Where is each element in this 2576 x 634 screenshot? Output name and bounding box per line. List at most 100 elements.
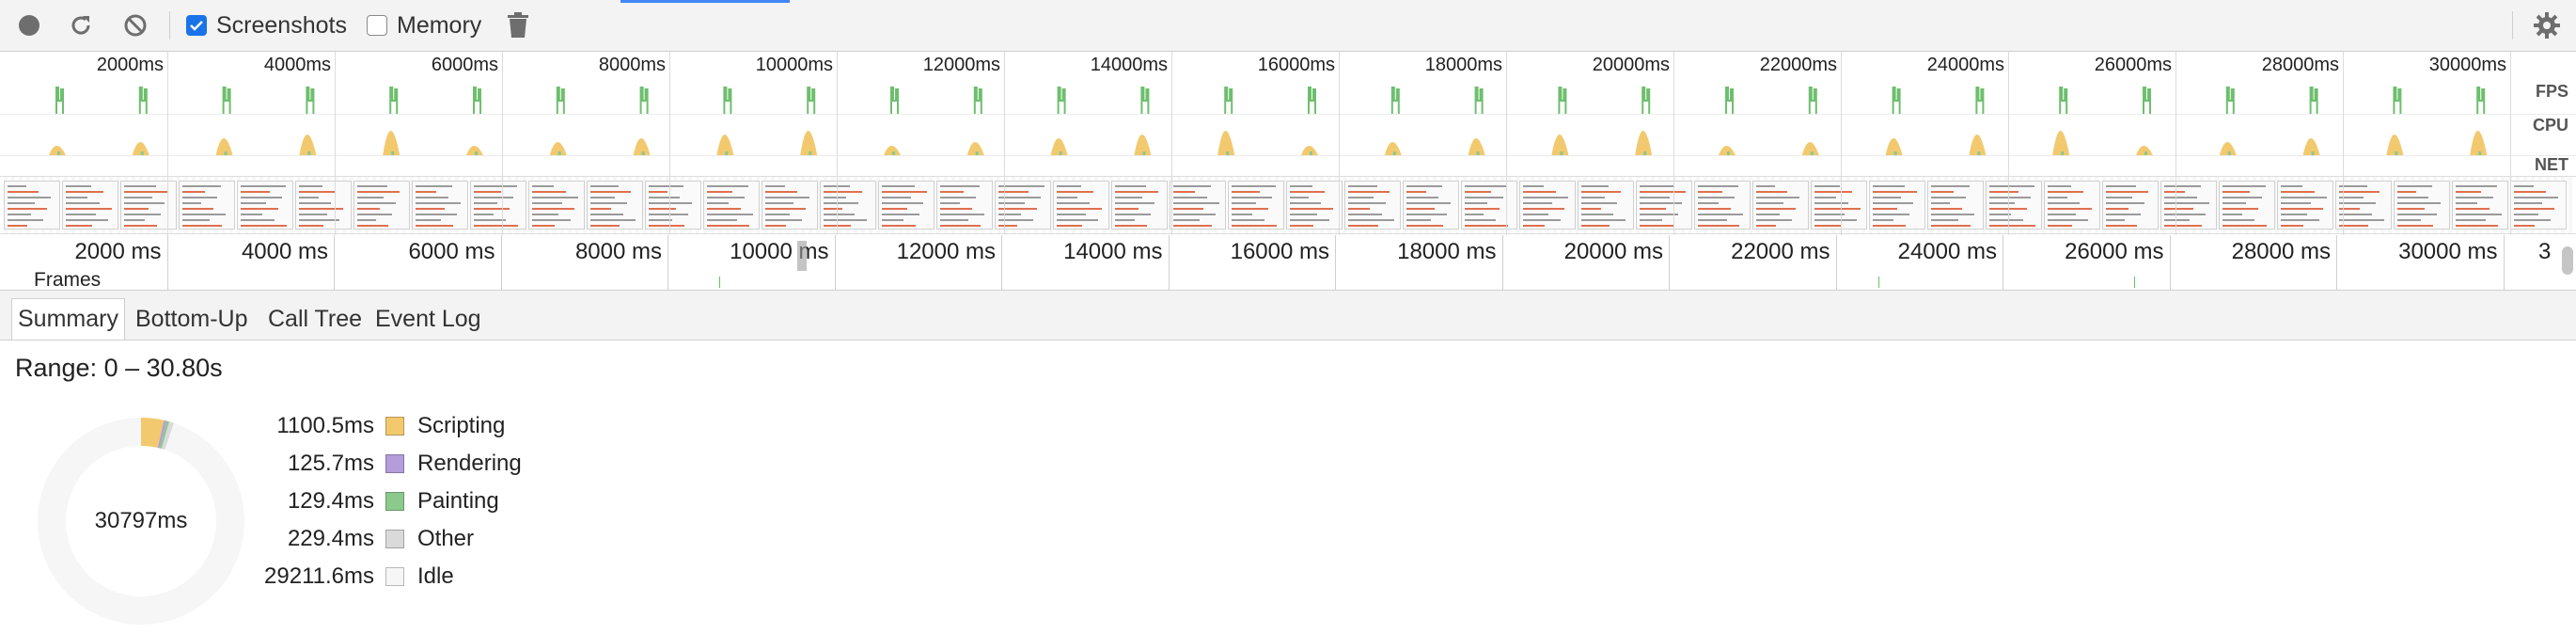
screenshot-thumbnail <box>2394 181 2450 230</box>
overview-grid-line <box>669 52 670 235</box>
fps-mark <box>389 87 399 114</box>
fps-mark <box>2393 87 2402 114</box>
legend-row-rendering: 125.7ms Rendering <box>0 446 522 482</box>
overview-grid-line <box>335 52 336 235</box>
fps-mark <box>1140 87 1150 114</box>
screenshot-thumbnail <box>2102 181 2159 230</box>
cpu-paint-mark <box>391 151 395 155</box>
vertical-scrollbar[interactable] <box>2562 246 2573 275</box>
reload-button[interactable] <box>68 0 94 51</box>
fps-mark <box>55 87 64 114</box>
ruler-time-label: 22000 ms <box>1731 239 1830 264</box>
screenshot-thumbnail <box>1403 181 1459 230</box>
screenshot-thumbnail <box>645 181 701 230</box>
screenshot-thumbnail <box>237 181 293 230</box>
overview-grid-line <box>837 52 838 235</box>
ruler-cursor[interactable] <box>797 241 807 271</box>
cpu-paint-mark <box>1977 151 1981 155</box>
cpu-paint-mark <box>1142 151 1146 155</box>
screenshot-thumbnail <box>1752 181 1809 230</box>
record-icon <box>19 15 39 36</box>
screenshot-thumbnail <box>587 181 643 230</box>
legend-swatch <box>385 417 404 436</box>
tab-event-log[interactable]: Event Log <box>369 298 487 340</box>
overview-grid-line <box>2175 52 2176 235</box>
screenshots-checkbox[interactable] <box>186 15 207 36</box>
ruler-time-label: 8000 ms <box>574 239 662 264</box>
cpu-paint-mark <box>2395 151 2398 155</box>
screenshot-thumbnail <box>1344 181 1401 230</box>
ruler-time-label: 6000 ms <box>408 239 495 264</box>
overview-grid-line <box>2008 52 2009 235</box>
overview-time-label: 6000ms <box>431 55 498 75</box>
overview-grid-line <box>1506 52 1507 235</box>
screenshots-toggle[interactable]: Screenshots <box>186 0 347 51</box>
legend-swatch <box>385 454 404 473</box>
timeline-overview[interactable]: FPS CPU NET 2000ms 4000ms 6000ms 8000ms 1000… <box>0 52 2576 235</box>
overview-grid-line <box>1171 52 1172 235</box>
screenshot-thumbnail <box>179 181 235 230</box>
cpu-paint-mark <box>1727 151 1730 155</box>
fps-mark <box>1390 87 1400 114</box>
ruler-time-label: 30000 ms <box>2398 239 2498 264</box>
record-button[interactable] <box>17 0 41 51</box>
screenshot-thumbnail <box>1869 181 1925 230</box>
overview-time-label: 22000ms <box>1759 55 1837 75</box>
legend-row-painting: 129.4ms Painting <box>0 483 499 519</box>
fps-mark <box>1224 87 1233 114</box>
details-tabs: Summary Bottom-Up Call Tree Event Log <box>0 291 2576 341</box>
screenshot-thumbnail <box>1111 181 1168 230</box>
fps-mark <box>2476 87 2486 114</box>
screenshot-thumbnail <box>1986 181 2042 230</box>
check-icon <box>190 21 203 31</box>
fps-mark <box>2059 87 2068 114</box>
overview-grid-line <box>2510 52 2511 235</box>
fps-mark <box>1725 87 1734 114</box>
legend-label: Scripting <box>417 413 506 438</box>
screenshot-thumbnail <box>1927 181 1984 230</box>
cpu-paint-mark <box>1893 151 1897 155</box>
memory-checkbox[interactable] <box>367 15 387 36</box>
memory-toggle[interactable]: Memory <box>367 0 481 51</box>
screenshot-thumbnail <box>2335 181 2392 230</box>
screenshot-thumbnail <box>2219 181 2275 230</box>
fps-mark <box>138 87 148 114</box>
frame-marker <box>719 277 720 288</box>
cpu-paint-mark <box>57 151 60 155</box>
tab-bottom-up[interactable]: Bottom-Up <box>130 298 253 340</box>
screenshot-thumbnail <box>1461 181 1517 230</box>
legend-row-other: 229.4ms Other <box>0 521 474 557</box>
screenshot-thumbnail <box>2160 181 2217 230</box>
tab-call-tree[interactable]: Call Tree <box>262 298 368 340</box>
ruler-time-label: 16000 ms <box>1230 239 1329 264</box>
screenshot-thumbnail <box>353 181 410 230</box>
delete-button[interactable] <box>507 0 529 51</box>
tab-summary[interactable]: Summary <box>11 298 125 340</box>
cpu-paint-mark <box>2061 151 2065 155</box>
fps-mark <box>1057 87 1066 114</box>
overview-time-label: 24000ms <box>1926 55 2004 75</box>
screenshot-filmstrip <box>0 176 2576 234</box>
trash-icon <box>508 12 528 38</box>
summary-panel: Range: 0 – 30.80s 30797ms 1100.5ms Script… <box>0 341 2576 634</box>
overview-grid-line <box>2343 52 2344 235</box>
ruler-time-label: 18000 ms <box>1397 239 1497 264</box>
fps-mark <box>2309 87 2318 114</box>
cpu-paint-mark <box>1392 151 1396 155</box>
legend-value: 129.4ms <box>287 488 374 514</box>
cpu-paint-mark <box>1810 151 1814 155</box>
settings-button[interactable] <box>2533 0 2561 51</box>
screenshot-thumbnail <box>1578 181 1634 230</box>
cpu-paint-mark <box>2311 151 2315 155</box>
overview-time-label: 20000ms <box>1592 55 1670 75</box>
fps-mark <box>473 87 481 114</box>
legend-label: Other <box>417 526 475 551</box>
clear-button[interactable] <box>122 0 149 51</box>
fps-mark <box>639 87 649 114</box>
overview-grid-line <box>502 52 503 235</box>
overview-time-label: 10000ms <box>755 55 833 75</box>
fps-mark <box>890 87 899 114</box>
screenshot-thumbnail <box>703 181 760 230</box>
legend-value: 1100.5ms <box>276 413 374 438</box>
gear-icon <box>2534 12 2560 39</box>
